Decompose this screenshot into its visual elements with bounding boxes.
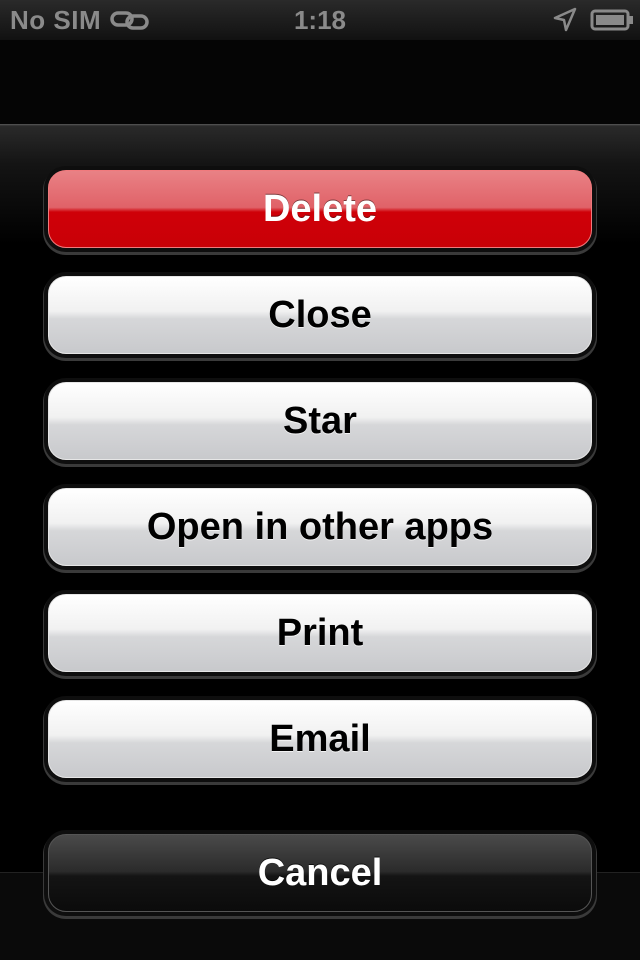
email-button[interactable]: Email [48,700,592,778]
background-nav-bar [0,40,640,124]
delete-button[interactable]: Delete [48,170,592,248]
clock: 1:18 [293,5,347,35]
location-arrow-icon [553,7,577,32]
close-button[interactable]: Close [48,276,592,354]
battery-icon [590,9,633,31]
screen: No SIM 1:18 Delete Close Star Open in ot… [0,0,640,960]
print-button[interactable]: Print [48,594,592,672]
open-in-other-apps-button[interactable]: Open in other apps [48,488,592,566]
star-button[interactable]: Star [48,382,592,460]
cancel-button[interactable]: Cancel [48,834,592,912]
status-bar: No SIM 1:18 [0,0,640,40]
